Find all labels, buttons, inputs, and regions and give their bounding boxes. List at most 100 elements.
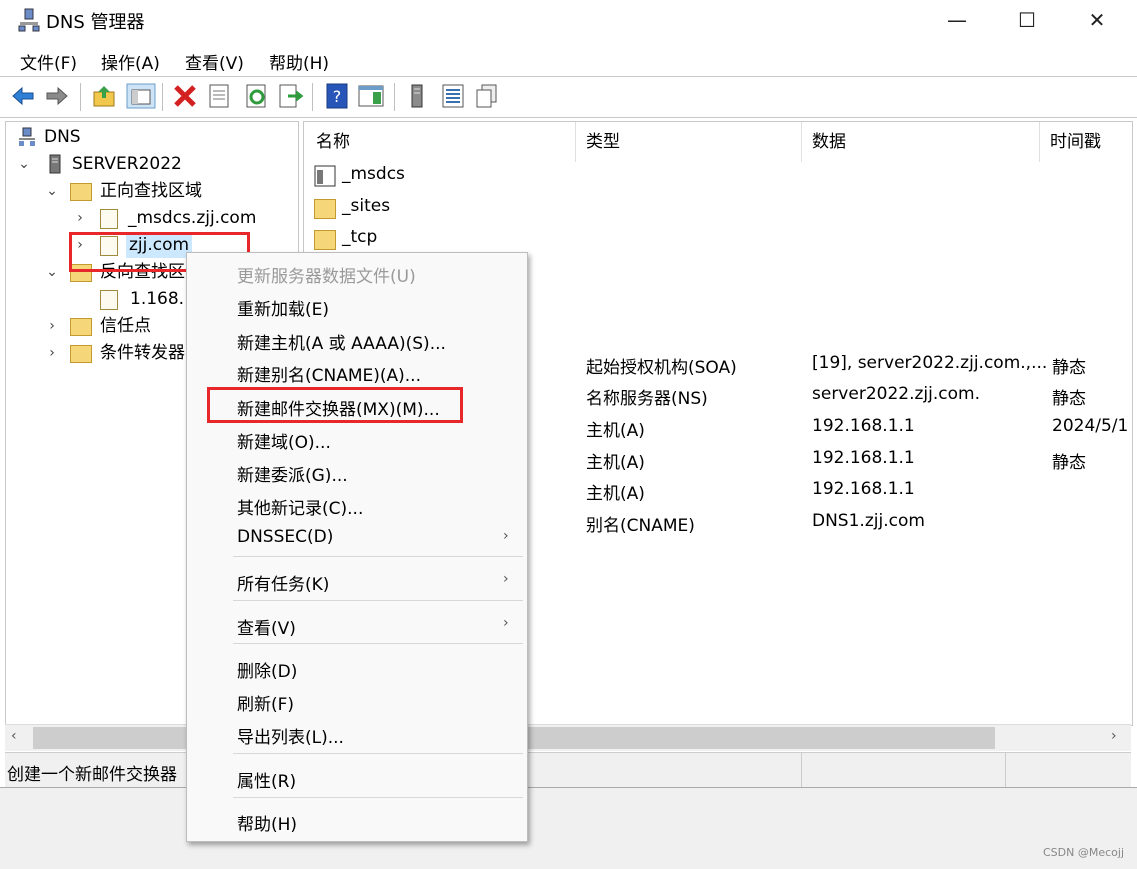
maximize-button[interactable]: ☐ bbox=[992, 0, 1062, 40]
menu-item-refresh[interactable]: 刷新(F) bbox=[237, 690, 294, 715]
record-type: 别名(CNAME) bbox=[586, 516, 695, 536]
toolbar-separator bbox=[80, 83, 81, 111]
chevron-down-icon[interactable]: ⌄ bbox=[16, 151, 32, 177]
folder-icon bbox=[70, 345, 92, 363]
record-timestamp: 静态 bbox=[1052, 358, 1086, 378]
menu-item-export-list[interactable]: 导出列表(L)... bbox=[237, 723, 344, 748]
status-text: 创建一个新邮件交换器 bbox=[7, 765, 177, 785]
chevron-down-icon[interactable]: ⌄ bbox=[44, 178, 60, 204]
record-data: 192.168.1.1 bbox=[812, 416, 915, 436]
list-item[interactable]: _msdcs bbox=[314, 164, 574, 190]
chevron-right-icon[interactable]: › bbox=[44, 340, 60, 366]
tree-label: 正向查找区域 bbox=[100, 181, 202, 201]
tree-node-server[interactable]: ⌄ SERVER2022 bbox=[16, 151, 276, 177]
menu-item-all-tasks[interactable]: 所有任务(K) bbox=[237, 570, 329, 595]
up-folder-icon[interactable] bbox=[92, 83, 118, 109]
record-timestamp: 2024/5/1 bbox=[1052, 416, 1129, 436]
menu-item-properties[interactable]: 属性(R) bbox=[237, 767, 296, 792]
list-item[interactable]: _tcp bbox=[314, 227, 574, 253]
record-data: [19], server2022.zjj.com.,... bbox=[812, 353, 1048, 373]
menu-item-help[interactable]: 帮助(H) bbox=[237, 810, 297, 835]
action-pane-icon[interactable] bbox=[358, 83, 384, 109]
tree-node-forward-zones[interactable]: ⌄ 正向查找区域 bbox=[44, 178, 294, 204]
list-item-name: _sites bbox=[342, 196, 391, 216]
export-icon[interactable] bbox=[278, 83, 304, 109]
submenu-arrow-icon: › bbox=[503, 615, 509, 631]
chevron-right-icon[interactable]: › bbox=[72, 205, 88, 231]
chevron-right-icon[interactable]: › bbox=[44, 313, 60, 339]
svg-text:?: ? bbox=[333, 87, 342, 106]
dns-app-icon bbox=[18, 8, 40, 32]
menu-item-new-alias[interactable]: 新建别名(CNAME)(A)... bbox=[237, 361, 421, 386]
forward-icon[interactable] bbox=[44, 83, 70, 109]
zone-icon bbox=[100, 290, 118, 310]
highlight-box-new-mx bbox=[207, 387, 463, 423]
menu-help[interactable]: 帮助(H) bbox=[269, 49, 329, 74]
chevron-down-icon[interactable]: ⌄ bbox=[44, 259, 60, 285]
tree-node-msdcs-zone[interactable]: › _msdcs.zjj.com bbox=[72, 205, 296, 231]
menu-item-dnssec[interactable]: DNSSEC(D) bbox=[237, 527, 333, 547]
submenu-arrow-icon: › bbox=[503, 528, 509, 544]
menu-item-reload[interactable]: 重新加载(E) bbox=[237, 295, 329, 320]
menu-view[interactable]: 查看(V) bbox=[185, 49, 244, 74]
list-icon[interactable] bbox=[440, 83, 466, 109]
delete-icon[interactable] bbox=[172, 83, 198, 109]
menu-item-new-domain[interactable]: 新建域(O)... bbox=[237, 428, 331, 453]
record-data: server2022.zjj.com. bbox=[812, 384, 980, 404]
folder-icon bbox=[70, 318, 92, 336]
toolbar: ? bbox=[0, 76, 1137, 118]
tree-label: 信任点 bbox=[100, 316, 151, 336]
column-header-name[interactable]: 名称 bbox=[308, 122, 576, 162]
record-type: 主机(A) bbox=[586, 453, 645, 473]
menu-action[interactable]: 操作(A) bbox=[101, 49, 160, 74]
title-bar: DNS 管理器 — ☐ ✕ bbox=[0, 0, 1137, 42]
menu-separator bbox=[233, 600, 523, 601]
menu-bar: 文件(F) 操作(A) 查看(V) 帮助(H) bbox=[0, 44, 1137, 76]
status-divider bbox=[1005, 753, 1006, 787]
list-item[interactable]: _sites bbox=[314, 196, 574, 222]
horizontal-scrollbar[interactable]: ‹ › bbox=[5, 724, 1131, 751]
record-timestamp: 静态 bbox=[1052, 453, 1086, 473]
close-button[interactable]: ✕ bbox=[1062, 0, 1132, 40]
tree-label: _msdcs.zjj.com bbox=[128, 208, 257, 228]
help-icon[interactable]: ? bbox=[324, 83, 350, 109]
tree-label: SERVER2022 bbox=[72, 154, 182, 174]
refresh-icon[interactable] bbox=[244, 83, 270, 109]
context-menu: 更新服务器数据文件(U) 重新加载(E) 新建主机(A 或 AAAA)(S)..… bbox=[186, 252, 528, 842]
menu-separator bbox=[233, 797, 523, 798]
server-icon bbox=[49, 154, 61, 174]
copy-icon[interactable] bbox=[474, 83, 500, 109]
column-header-timestamp[interactable]: 时间戳 bbox=[1042, 122, 1132, 162]
column-header-data[interactable]: 数据 bbox=[804, 122, 1040, 162]
back-icon[interactable] bbox=[10, 83, 36, 109]
list-item-name: _tcp bbox=[342, 227, 378, 247]
menu-item-new-host[interactable]: 新建主机(A 或 AAAA)(S)... bbox=[237, 329, 446, 354]
folder-icon bbox=[314, 230, 336, 250]
dns-manager-window: DNS 管理器 — ☐ ✕ 文件(F) 操作(A) 查看(V) 帮助(H) ? … bbox=[0, 0, 1137, 788]
record-data: 192.168.1.1 bbox=[812, 448, 915, 468]
menu-item-new-delegation[interactable]: 新建委派(G)... bbox=[237, 461, 348, 486]
scroll-left-icon[interactable]: ‹ bbox=[11, 728, 17, 744]
toolbar-separator bbox=[312, 83, 313, 111]
minimize-button[interactable]: — bbox=[922, 0, 992, 40]
menu-separator bbox=[233, 556, 523, 557]
properties-icon[interactable] bbox=[206, 83, 232, 109]
folder-icon bbox=[314, 199, 336, 219]
toolbar-separator bbox=[394, 83, 395, 111]
column-header-type[interactable]: 类型 bbox=[578, 122, 802, 162]
submenu-arrow-icon: › bbox=[503, 571, 509, 587]
record-type: 名称服务器(NS) bbox=[586, 389, 708, 409]
menu-item-view[interactable]: 查看(V) bbox=[237, 614, 296, 639]
folder-icon bbox=[70, 183, 92, 201]
dns-icon bbox=[19, 127, 35, 146]
show-hide-tree-icon[interactable] bbox=[126, 83, 156, 109]
menu-file[interactable]: 文件(F) bbox=[20, 49, 77, 74]
menu-item-other-records[interactable]: 其他新记录(C)... bbox=[237, 494, 363, 519]
menu-item-delete[interactable]: 删除(D) bbox=[237, 657, 297, 682]
scroll-right-icon[interactable]: › bbox=[1111, 728, 1117, 744]
tree-label: 条件转发器 bbox=[100, 343, 185, 363]
server-icon[interactable] bbox=[404, 83, 430, 109]
record-data: 192.168.1.1 bbox=[812, 479, 915, 499]
menu-item-update-server-data: 更新服务器数据文件(U) bbox=[237, 267, 416, 287]
status-divider bbox=[801, 753, 802, 787]
